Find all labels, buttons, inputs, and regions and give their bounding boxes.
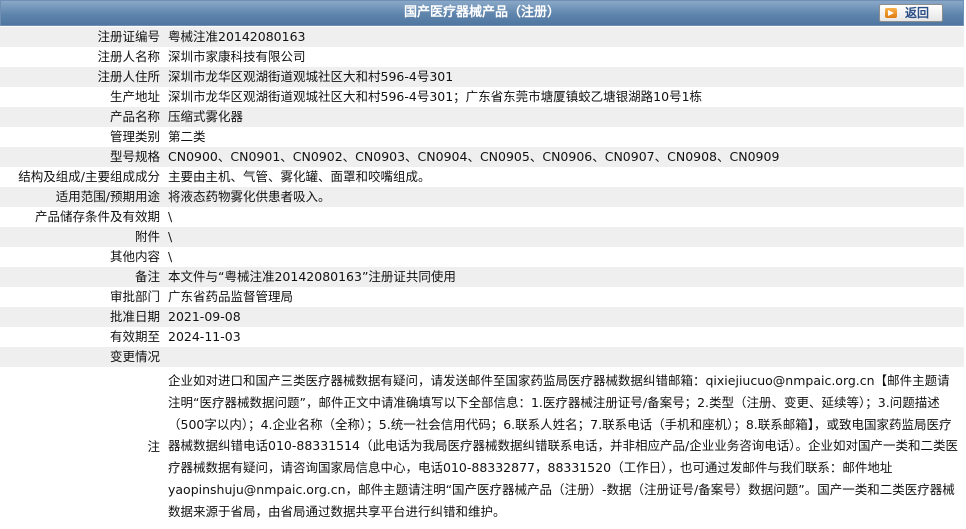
field-label: 生产地址	[109, 89, 160, 104]
note-text: 企业如对进口和国产三类医疗器械数据有疑问，请发送邮件至国家药监局医疗器械数据纠错…	[168, 373, 958, 519]
field-label: 产品储存条件及有效期	[34, 209, 160, 224]
change-value	[164, 347, 964, 367]
field-value: 深圳市家康科技有限公司	[168, 49, 306, 64]
table-row: 产品储存条件及有效期 \	[0, 207, 964, 227]
table-row: 适用范围/预期用途 将液态药物雾化供患者吸入。	[0, 187, 964, 207]
field-label: 审批部门	[109, 289, 160, 304]
page-title: 国产医疗器械产品（注册）	[403, 5, 560, 20]
back-arrow-icon	[885, 8, 897, 18]
field-value: 第二类	[168, 129, 206, 144]
field-value: 深圳市龙华区观湖街道观城社区大和村596-4号301	[168, 69, 454, 84]
field-value: 粤械注准20142080163	[168, 29, 306, 44]
field-label: 管理类别	[109, 129, 160, 144]
field-value: 本文件与“粤械注准20142080163”注册证共同使用	[168, 269, 456, 284]
note-cell: 企业如对进口和国产三类医疗器械数据有疑问，请发送邮件至国家药监局医疗器械数据纠错…	[164, 367, 964, 527]
field-label: 其他内容	[109, 249, 160, 264]
field-label: 注册证编号	[97, 29, 160, 44]
field-value: 2024-11-03	[168, 329, 241, 344]
table-row: 产品名称 压缩式雾化器	[0, 107, 964, 127]
table-row: 注册人名称 深圳市家康科技有限公司	[0, 47, 964, 67]
note-label: 注	[147, 438, 160, 454]
table-row: 有效期至 2024-11-03	[0, 327, 964, 347]
table-row: 附件 \	[0, 227, 964, 247]
table-row: 管理类别 第二类	[0, 127, 964, 147]
field-value: 将液态药物雾化供患者吸入。	[168, 189, 331, 204]
table-row: 型号规格 CN0900、CN0901、CN0902、CN0903、CN0904、…	[0, 147, 964, 167]
field-value: 主要由主机、气管、雾化罐、面罩和咬嘴组成。	[168, 169, 431, 184]
detail-table: 注册证编号 粤械注准20142080163 注册人名称 深圳市家康科技有限公司 …	[0, 27, 964, 527]
field-value: CN0900、CN0901、CN0902、CN0903、CN0904、CN090…	[168, 149, 780, 164]
field-label: 注册人名称	[97, 49, 160, 64]
table-row: 注册证编号 粤械注准20142080163	[0, 27, 964, 47]
change-label: 变更情况	[109, 349, 160, 364]
back-button-label: 返回	[905, 6, 930, 20]
header-bar: 国产医疗器械产品（注册） 返回	[0, 0, 964, 26]
field-label: 附件	[134, 229, 160, 244]
table-row: 生产地址 深圳市龙华区观湖街道观城社区大和村596-4号301；广东省东莞市塘厦…	[0, 87, 964, 107]
page: 国产医疗器械产品（注册） 返回 注册证编号 粤械注准20142080163 注册…	[0, 0, 966, 529]
field-label: 型号规格	[109, 149, 160, 164]
change-row: 变更情况	[0, 347, 964, 367]
table-row: 其他内容 \	[0, 247, 964, 267]
field-value: 压缩式雾化器	[168, 109, 244, 124]
field-label: 有效期至	[109, 329, 160, 344]
field-label: 注册人住所	[97, 69, 160, 84]
field-label: 结构及组成/主要组成成分	[18, 169, 160, 184]
table-row: 审批部门 广东省药品监督管理局	[0, 287, 964, 307]
field-value: 2021-09-08	[168, 309, 241, 324]
field-label: 适用范围/预期用途	[55, 189, 160, 204]
field-label: 批准日期	[109, 309, 160, 324]
table-row: 备注 本文件与“粤械注准20142080163”注册证共同使用	[0, 267, 964, 287]
field-value: 深圳市龙华区观湖街道观城社区大和村596-4号301；广东省东莞市塘厦镇蛟乙塘银…	[168, 89, 703, 104]
back-button[interactable]: 返回	[879, 4, 943, 22]
field-value: \	[168, 209, 173, 224]
table-row: 结构及组成/主要组成成分 主要由主机、气管、雾化罐、面罩和咬嘴组成。	[0, 167, 964, 187]
field-label: 备注	[134, 269, 160, 284]
field-label: 产品名称	[109, 109, 160, 124]
table-row: 批准日期 2021-09-08	[0, 307, 964, 327]
table-row: 注册人住所 深圳市龙华区观湖街道观城社区大和村596-4号301	[0, 67, 964, 87]
field-value: \	[168, 249, 173, 264]
note-row: 注 企业如对进口和国产三类医疗器械数据有疑问，请发送邮件至国家药监局医疗器械数据…	[0, 367, 964, 527]
field-value: 广东省药品监督管理局	[168, 289, 294, 304]
field-value: \	[168, 229, 173, 244]
